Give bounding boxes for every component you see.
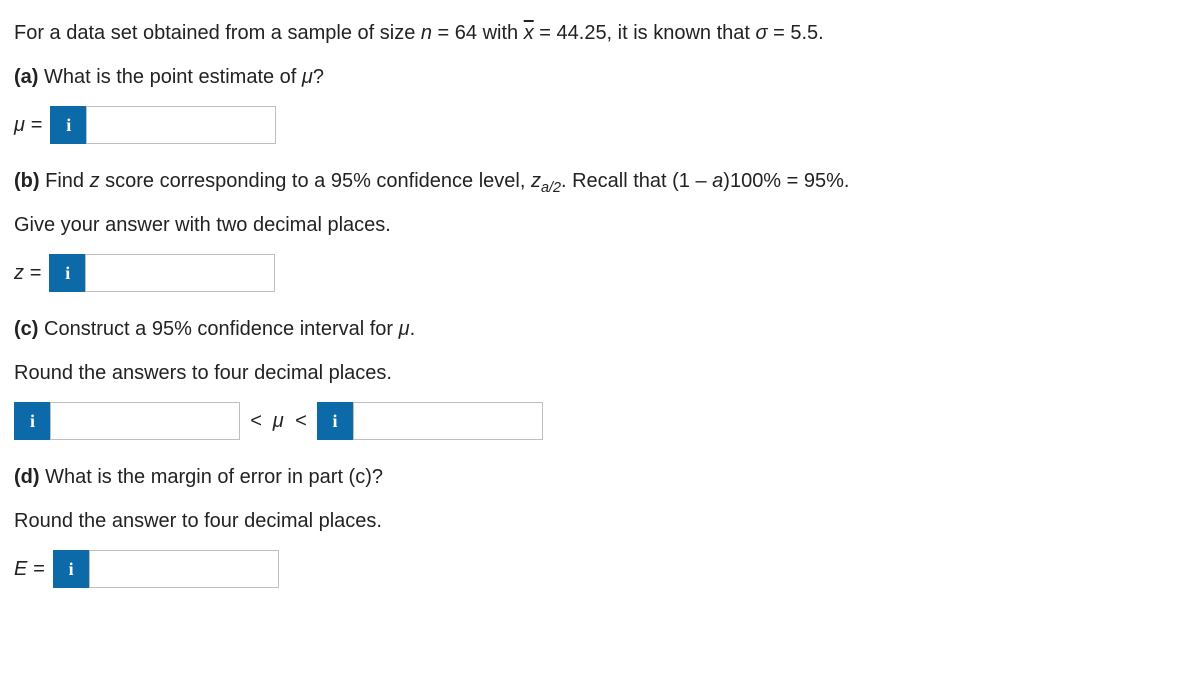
part-c-dot: . bbox=[410, 318, 416, 340]
part-a-var: μ bbox=[302, 66, 313, 88]
part-d-instruction: Round the answer to four decimal places. bbox=[14, 506, 1186, 536]
mu-between-label: < μ < bbox=[250, 406, 307, 436]
info-icon[interactable]: i bbox=[317, 402, 353, 440]
e-input[interactable] bbox=[89, 550, 279, 588]
n-variable: n bbox=[421, 22, 432, 44]
part-a-text: What is the point estimate of bbox=[38, 66, 301, 88]
part-a-label: (a) bbox=[14, 66, 38, 88]
z-input[interactable] bbox=[85, 254, 275, 292]
part-a-answer-row: μ = i bbox=[14, 106, 1186, 144]
part-b-text: Find bbox=[40, 170, 90, 192]
alpha-var: a bbox=[712, 170, 723, 192]
part-c-text: Construct a 95% confidence interval for bbox=[38, 318, 398, 340]
part-d-question: (d) What is the margin of error in part … bbox=[14, 462, 1186, 492]
info-icon[interactable]: i bbox=[53, 550, 89, 588]
part-a-question: (a) What is the point estimate of μ? bbox=[14, 62, 1186, 92]
xbar-variable: x bbox=[524, 22, 534, 44]
part-b-question: (b) Find z score corresponding to a 95% … bbox=[14, 166, 1186, 196]
intro-text-4: = 5.5. bbox=[768, 22, 824, 44]
z-sub-base: z bbox=[531, 170, 541, 192]
part-c-question: (c) Construct a 95% confidence interval … bbox=[14, 314, 1186, 344]
part-d-label: (d) bbox=[14, 466, 40, 488]
part-c-label: (c) bbox=[14, 318, 38, 340]
intro-text-1: For a data set obtained from a sample of… bbox=[14, 22, 421, 44]
part-d-answer-row: E = i bbox=[14, 550, 1186, 588]
part-b-text2: score corresponding to a 95% confidence … bbox=[100, 170, 531, 192]
part-d-text: What is the margin of error in part (c)? bbox=[40, 466, 383, 488]
mu-equals-label: μ = bbox=[14, 110, 42, 140]
z-sub-sub: a/2 bbox=[541, 180, 561, 196]
ci-upper-input[interactable] bbox=[353, 402, 543, 440]
mu-input[interactable] bbox=[86, 106, 276, 144]
part-a-qmark: ? bbox=[313, 66, 324, 88]
part-b-text3: . Recall that (1 – bbox=[561, 170, 712, 192]
part-b-label: (b) bbox=[14, 170, 40, 192]
intro-text-3: = 44.25, it is known that bbox=[534, 22, 756, 44]
part-b-text4: )100% = 95%. bbox=[723, 170, 849, 192]
intro-text-2: = 64 with bbox=[432, 22, 524, 44]
info-icon[interactable]: i bbox=[14, 402, 50, 440]
z-equals-label: z = bbox=[14, 258, 41, 288]
e-equals-label: E = bbox=[14, 554, 45, 584]
part-c-instruction: Round the answers to four decimal places… bbox=[14, 358, 1186, 388]
z-word: z bbox=[90, 170, 100, 192]
intro-paragraph: For a data set obtained from a sample of… bbox=[14, 18, 1186, 48]
info-icon[interactable]: i bbox=[50, 106, 86, 144]
info-icon[interactable]: i bbox=[49, 254, 85, 292]
ci-lower-input[interactable] bbox=[50, 402, 240, 440]
sigma-variable: σ bbox=[756, 22, 768, 44]
part-b-answer-row: z = i bbox=[14, 254, 1186, 292]
part-b-instruction: Give your answer with two decimal places… bbox=[14, 210, 1186, 240]
part-c-answer-row: i < μ < i bbox=[14, 402, 1186, 440]
part-c-var: μ bbox=[399, 318, 410, 340]
